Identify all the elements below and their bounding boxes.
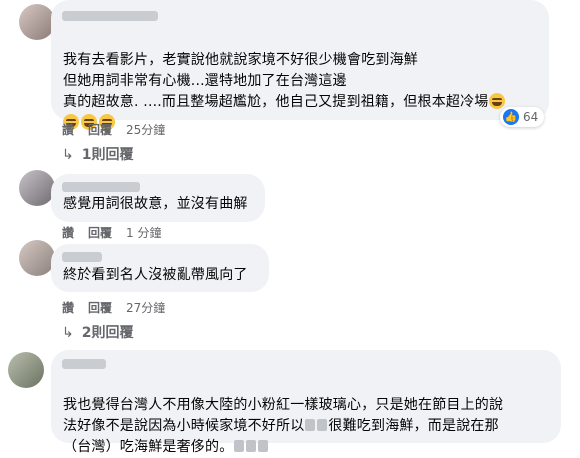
commenter-name[interactable] <box>62 359 106 369</box>
like-icon: 👍 <box>503 109 519 125</box>
comment-text: 終於看到名人沒被亂帶風向了 <box>63 267 248 283</box>
view-replies-link[interactable]: ↳ 2則回覆 <box>62 322 133 342</box>
like-button[interactable]: 讚 <box>62 226 74 240</box>
reply-arrow-icon: ↳ <box>62 325 74 341</box>
reaction-count-badge[interactable]: 👍 64 <box>500 107 545 127</box>
like-button[interactable]: 讚 <box>62 301 74 315</box>
reaction-count: 64 <box>523 110 539 124</box>
reply-button[interactable]: 回覆 <box>88 301 112 315</box>
emoji-icon <box>258 440 269 452</box>
comment-text: 我有去看影片，老實說他就說家境不好很少機會吃到海鮮 但她用詞非常有心機...還特… <box>63 29 507 134</box>
timestamp[interactable]: 25分鐘 <box>126 123 165 137</box>
comment-text: 我也覺得台灣人不用像大陸的小粉紅一樣玻璃心，只是她在節目上的說 法好像不是說因為… <box>63 397 504 455</box>
avatar[interactable] <box>19 240 55 276</box>
avatar[interactable] <box>8 352 44 388</box>
timestamp[interactable]: 27分鐘 <box>126 301 165 315</box>
comment-actions: 讚回覆 1 分鐘 <box>62 224 175 241</box>
comment-text: 感覺用詞很故意，並沒有曲解 <box>63 196 248 212</box>
view-replies-label: 2則回覆 <box>81 325 134 341</box>
view-replies-label: 1則回覆 <box>81 147 134 163</box>
comment-actions: 讚回覆 27分鐘 <box>62 299 179 316</box>
view-replies-link[interactable]: ↳ 1則回覆 <box>62 144 133 164</box>
avatar[interactable] <box>19 170 55 206</box>
emoji-icon <box>246 440 257 452</box>
emoji-icon <box>305 419 316 431</box>
reply-button[interactable]: 回覆 <box>88 226 112 240</box>
like-button[interactable]: 讚 <box>62 123 74 137</box>
reply-arrow-icon: ↳ <box>62 147 74 163</box>
avatar[interactable] <box>19 4 55 40</box>
reply-button[interactable]: 回覆 <box>88 123 112 137</box>
timestamp[interactable]: 1 分鐘 <box>126 226 161 240</box>
commenter-name[interactable] <box>62 182 140 192</box>
emoji-icon <box>317 419 328 431</box>
emoji-icon <box>234 440 245 452</box>
comment-actions: 讚回覆 25分鐘 <box>62 121 179 138</box>
commenter-name[interactable] <box>62 11 158 21</box>
commenter-name[interactable] <box>62 252 102 262</box>
laughing-emoji-icon <box>488 93 505 109</box>
